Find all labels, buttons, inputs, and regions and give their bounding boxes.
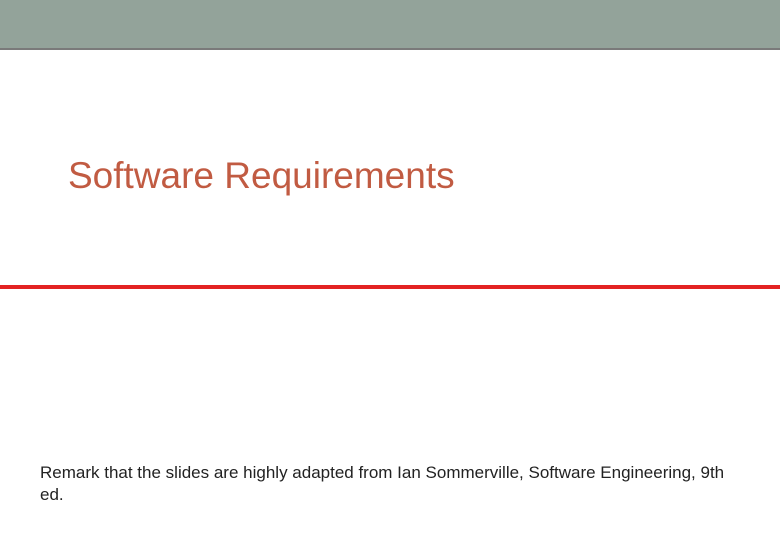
slide-divider xyxy=(0,285,780,289)
slide-remark: Remark that the slides are highly adapte… xyxy=(40,462,740,506)
slide-top-band xyxy=(0,0,780,50)
slide-title: Software Requirements xyxy=(68,155,455,197)
